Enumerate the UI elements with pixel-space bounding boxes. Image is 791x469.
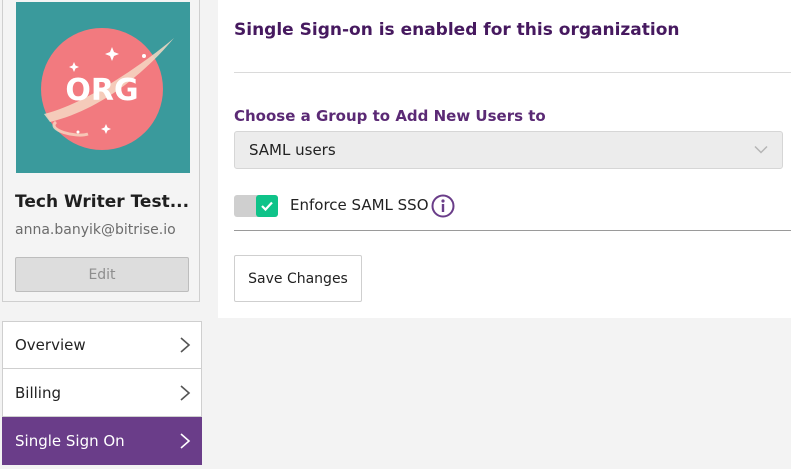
- group-select-label: Choose a Group to Add New Users to: [234, 107, 546, 125]
- chevron-right-icon: [180, 384, 191, 401]
- edit-button[interactable]: Edit: [15, 257, 189, 292]
- nav-item-label: Single Sign On: [15, 431, 125, 450]
- toggle-knob: [256, 195, 278, 217]
- settings-nav: Overview Billing Single Sign On: [2, 321, 202, 465]
- chevron-down-icon: [754, 145, 768, 154]
- chevron-right-icon: [180, 337, 191, 353]
- enforce-saml-sso-toggle[interactable]: [234, 195, 278, 217]
- check-icon: [261, 201, 273, 212]
- org-email: anna.banyik@bitrise.io: [15, 222, 176, 238]
- org-avatar: ORG: [16, 2, 190, 173]
- nav-item-label: Billing: [15, 383, 61, 402]
- sso-settings-panel: Single Sign-on is enabled for this organ…: [218, 0, 791, 318]
- user-group-selected-value: SAML users: [249, 141, 336, 159]
- enforce-saml-sso-label: Enforce SAML SSO: [290, 196, 429, 214]
- nav-item-single-sign-on[interactable]: Single Sign On: [2, 417, 202, 465]
- nav-item-overview[interactable]: Overview: [2, 321, 202, 369]
- save-changes-button[interactable]: Save Changes: [234, 255, 362, 302]
- sso-status-title: Single Sign-on is enabled for this organ…: [234, 20, 680, 40]
- user-group-select[interactable]: SAML users: [234, 131, 783, 169]
- org-logo-icon: ORG: [41, 28, 174, 150]
- chevron-right-icon: [180, 432, 191, 449]
- nav-item-billing[interactable]: Billing: [2, 369, 202, 417]
- info-icon[interactable]: [431, 194, 455, 218]
- org-profile-card: ORG Tech Writer Test... anna.banyik@bitr…: [2, 0, 200, 302]
- divider: [234, 72, 791, 73]
- org-logo-text: ORG: [65, 73, 138, 108]
- divider: [234, 230, 791, 231]
- org-name: Tech Writer Test...: [15, 192, 190, 212]
- nav-item-label: Overview: [15, 336, 86, 354]
